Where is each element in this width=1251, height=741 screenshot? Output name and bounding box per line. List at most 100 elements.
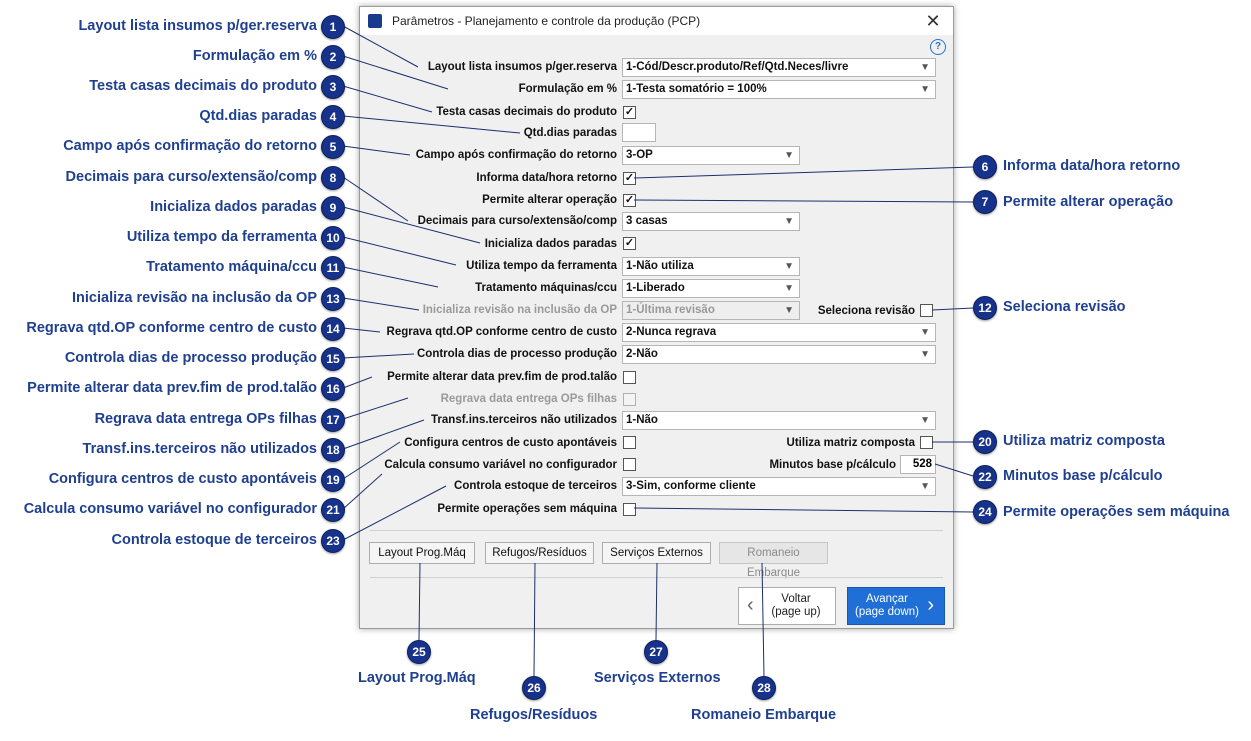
calcula-consumo-checkbox[interactable] <box>623 458 636 471</box>
annotation-text-17: Regrava data entrega OPs filhas <box>94 411 317 427</box>
chevron-down-icon: ▼ <box>920 327 930 338</box>
permite-alterar-op-checkbox[interactable]: ✓ <box>623 194 636 207</box>
utiliza-matriz-checkbox[interactable] <box>920 436 933 449</box>
annotation-badge-19: 19 <box>321 468 345 492</box>
check-icon: ✓ <box>624 194 635 206</box>
annotation-text-2: Formulação em % <box>192 48 317 64</box>
servicos-externos-button[interactable]: Serviços Externos <box>602 542 711 564</box>
chevron-down-icon: ▼ <box>920 62 930 73</box>
qtd-dias-input[interactable] <box>622 123 656 142</box>
annotation-text-28: Romaneio Embarque <box>691 707 837 723</box>
tratamento-label: Tratamento máquinas/ccu <box>475 282 617 294</box>
romaneio-button[interactable]: Romaneio Embarque <box>719 542 828 579</box>
decimais-select[interactable]: 3 casas ▼ <box>622 212 800 231</box>
chevron-down-icon: ▼ <box>784 261 794 272</box>
qtd-dias-label: Qtd.dias paradas <box>523 127 617 139</box>
transf-select[interactable]: 1-Não ▼ <box>622 411 936 430</box>
inicializa-revisao-label: Inicializa revisão na inclusão da OP <box>422 304 617 316</box>
check-icon: ✓ <box>624 237 635 249</box>
regrava-data-label: Regrava data entrega OPs filhas <box>440 393 617 405</box>
annotation-badge-21: 21 <box>321 498 345 522</box>
annotation-badge-17: 17 <box>321 408 345 432</box>
annotation-badge-16: 16 <box>321 377 345 401</box>
refugos-button[interactable]: Refugos/Resíduos <box>485 542 594 564</box>
transf-label: Transf.ins.terceiros não utilizados <box>431 414 617 426</box>
annotation-badge-2: 2 <box>321 45 345 69</box>
annotation-text-7: Permite alterar operação <box>1003 194 1174 210</box>
annotation-badge-27: 27 <box>644 640 668 664</box>
regrava-qtd-label: Regrava qtd.OP conforme centro de custo <box>386 326 617 338</box>
layout-prog-button[interactable]: Layout Prog.Máq <box>369 542 475 564</box>
annotation-badge-18: 18 <box>321 438 345 462</box>
voltar-shortcut: (page up) <box>771 606 821 618</box>
controla-estoque-label: Controla estoque de terceiros <box>454 480 617 492</box>
annotation-text-9: Inicializa dados paradas <box>150 199 317 215</box>
inicializa-revisao-value: 1-Última revisão <box>626 304 715 316</box>
inicializa-dados-label: Inicializa dados paradas <box>484 238 617 250</box>
annotation-text-3: Testa casas decimais do produto <box>89 78 317 94</box>
tratamento-select[interactable]: 1-Liberado ▼ <box>622 279 800 298</box>
annotation-badge-14: 14 <box>321 317 345 341</box>
annotation-text-8: Decimais para curso/extensão/comp <box>65 169 317 185</box>
annotation-text-24: Permite operações sem máquina <box>1003 504 1230 520</box>
informa-data-checkbox[interactable]: ✓ <box>623 172 636 185</box>
decimais-value: 3 casas <box>626 215 668 227</box>
annotation-text-14: Regrava qtd.OP conforme centro de custo <box>26 320 317 336</box>
chevron-down-icon: ▼ <box>784 150 794 161</box>
campo-apos-select[interactable]: 3-OP ▼ <box>622 146 800 165</box>
annotation-text-11: Tratamento máquina/ccu <box>146 259 317 275</box>
annotation-badge-22: 22 <box>973 465 997 489</box>
help-icon[interactable]: ? <box>930 39 946 55</box>
chevron-left-icon: ‹ <box>747 594 754 616</box>
chevron-right-icon: › <box>927 594 934 616</box>
voltar-label: Voltar <box>781 593 811 605</box>
annotation-badge-15: 15 <box>321 347 345 371</box>
close-icon[interactable]: ✕ <box>923 11 943 32</box>
controla-estoque-select[interactable]: 3-Sim, conforme cliente ▼ <box>622 477 936 496</box>
utiliza-matriz-label: Utiliza matriz composta <box>786 437 915 449</box>
tratamento-value: 1-Liberado <box>626 282 685 294</box>
annotation-text-21: Calcula consumo variável no configurador <box>23 501 317 517</box>
annotation-badge-20: 20 <box>973 430 997 454</box>
layout-lista-label: Layout lista insumos p/ger.reserva <box>427 61 617 73</box>
annotation-text-27: Serviços Externos <box>594 670 721 686</box>
annotation-badge-9: 9 <box>321 196 345 220</box>
avancar-button[interactable]: Avançar (page down) › <box>847 587 945 625</box>
regrava-qtd-select[interactable]: 2-Nunca regrava ▼ <box>622 323 936 342</box>
annotation-text-19: Configura centros de custo apontáveis <box>48 471 317 487</box>
informa-data-label: Informa data/hora retorno <box>476 172 617 184</box>
chevron-down-icon: ▼ <box>920 415 930 426</box>
annotation-text-5: Campo após confirmação do retorno <box>63 138 317 154</box>
minutos-base-input[interactable]: 528 <box>900 455 936 474</box>
layout-lista-select[interactable]: 1-Cód/Descr.produto/Ref/Qtd.Neces/livre … <box>622 58 936 77</box>
regrava-data-checkbox[interactable] <box>623 393 636 406</box>
annotation-badge-1: 1 <box>321 15 345 39</box>
title-bar: Parâmetros - Planejamento e controle da … <box>360 7 953 35</box>
annotation-badge-26: 26 <box>522 676 546 700</box>
annotation-badge-4: 4 <box>321 105 345 129</box>
permite-alterar-data-checkbox[interactable] <box>623 371 636 384</box>
layout-lista-value: 1-Cód/Descr.produto/Ref/Qtd.Neces/livre <box>626 61 849 73</box>
inicializa-revisao-select[interactable]: 1-Última revisão ▼ <box>622 301 800 320</box>
inicializa-dados-checkbox[interactable]: ✓ <box>623 237 636 250</box>
chevron-down-icon: ▼ <box>784 305 794 316</box>
configura-centros-checkbox[interactable] <box>623 436 636 449</box>
utiliza-tempo-select[interactable]: 1-Não utiliza ▼ <box>622 257 800 276</box>
controla-dias-select[interactable]: 2-Não ▼ <box>622 345 936 364</box>
minutos-base-label: Minutos base p/cálculo <box>769 459 896 471</box>
annotation-text-22: Minutos base p/cálculo <box>1003 468 1163 484</box>
regrava-qtd-value: 2-Nunca regrava <box>626 326 717 338</box>
annotation-badge-13: 13 <box>321 287 345 311</box>
seleciona-revisao-label: Seleciona revisão <box>817 305 915 317</box>
voltar-button[interactable]: ‹ Voltar (page up) <box>738 587 836 625</box>
formulacao-select[interactable]: 1-Testa somatório = 100% ▼ <box>622 80 936 99</box>
annotation-text-26: Refugos/Resíduos <box>470 707 598 723</box>
annotation-text-6: Informa data/hora retorno <box>1003 158 1181 174</box>
annotation-text-15: Controla dias de processo produção <box>64 350 317 366</box>
avancar-shortcut: (page down) <box>855 606 919 618</box>
permite-operacoes-checkbox[interactable] <box>623 503 636 516</box>
annotation-badge-11: 11 <box>321 256 345 280</box>
testa-casas-checkbox[interactable]: ✓ <box>623 106 636 119</box>
seleciona-revisao-checkbox[interactable] <box>920 304 933 317</box>
formulacao-label: Formulação em % <box>518 83 617 95</box>
